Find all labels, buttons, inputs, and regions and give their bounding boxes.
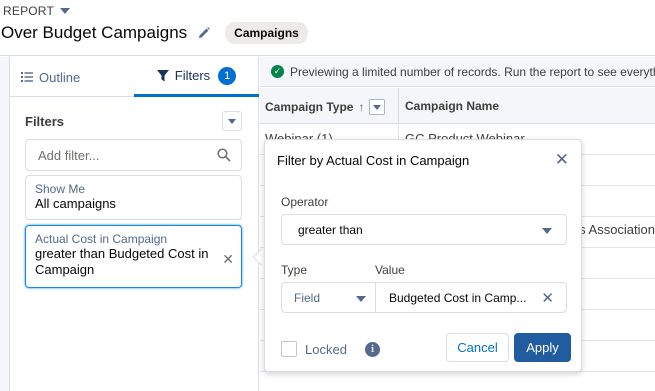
value-label: Value — [375, 263, 405, 277]
tab-filters[interactable]: Filters 1 — [134, 57, 259, 97]
filter-count-badge: 1 — [218, 66, 237, 85]
tab-outline-label: Outline — [39, 69, 81, 85]
success-check-icon: ✓ — [271, 65, 284, 78]
column-header-campaign-type[interactable]: Campaign Type ↑ — [265, 99, 386, 115]
report-type-menu[interactable]: REPORT — [3, 4, 70, 18]
grid-header: Campaign Type ↑ Campaign Name — [260, 88, 655, 124]
apply-button[interactable]: Apply — [514, 333, 571, 362]
pencil-icon[interactable] — [197, 26, 211, 40]
column-header-label: Campaign Type — [265, 100, 354, 114]
operator-label: Operator — [281, 195, 329, 209]
type-value: Field — [294, 290, 321, 305]
search-icon — [217, 148, 231, 162]
filter-popover: Filter by Actual Cost in Campaign ✕ Oper… — [264, 139, 582, 372]
locked-label: Locked — [305, 342, 347, 357]
tab-outline[interactable]: Outline — [21, 57, 80, 97]
panel-tabs: Outline Filters 1 — [10, 57, 259, 97]
value-field-text: Budgeted Cost in Camp... — [389, 290, 527, 305]
close-icon[interactable]: ✕ — [555, 150, 569, 170]
popover-title: Filter by Actual Cost in Campaign — [277, 153, 470, 168]
remove-filter-icon[interactable]: ✕ — [222, 251, 234, 268]
column-header-campaign-name[interactable]: Campaign Name — [405, 99, 499, 113]
chevron-down-icon — [542, 228, 552, 234]
filter-card-value: All campaigns — [35, 196, 116, 211]
chevron-down-icon — [356, 296, 366, 302]
add-filter-placeholder: Add filter... — [38, 147, 100, 163]
type-label: Type — [281, 263, 308, 277]
cell-campaign-name: s Association — [579, 222, 655, 237]
filter-card-actual-cost[interactable]: Actual Cost in Campaign greater than Bud… — [25, 225, 242, 288]
add-filter-input[interactable]: Add filter... — [25, 139, 242, 171]
preview-notice: ✓ Previewing a limited number of records… — [260, 57, 655, 87]
chevron-down-icon — [373, 104, 382, 110]
column-divider[interactable] — [398, 88, 399, 124]
filter-card-show-me[interactable]: Show Me All campaigns — [25, 175, 242, 220]
locked-checkbox[interactable] — [281, 341, 297, 357]
page-title: Over Budget Campaigns — [1, 23, 188, 42]
filter-card-value: greater than Budgeted Cost in Campaign — [35, 246, 209, 277]
preview-notice-text: Previewing a limited number of records. … — [290, 64, 655, 79]
cancel-button[interactable]: Cancel — [446, 333, 509, 362]
type-select[interactable]: Field — [281, 282, 376, 313]
report-label: REPORT — [3, 4, 54, 18]
filters-heading: Filters — [25, 114, 65, 129]
filter-card-label: Actual Cost in Campaign — [35, 232, 168, 246]
operator-value: greater than — [298, 222, 363, 237]
filter-card-label: Show Me — [35, 182, 86, 196]
sort-ascending-icon: ↑ — [358, 100, 365, 114]
filters-menu-button[interactable] — [222, 111, 242, 131]
left-strip — [0, 57, 10, 391]
chevron-down-icon — [60, 8, 70, 14]
chevron-down-icon — [228, 118, 236, 124]
report-header: REPORT Over Budget Campaigns Campaigns — [0, 0, 655, 56]
info-icon[interactable]: i — [365, 342, 380, 357]
clear-value-icon[interactable]: ✕ — [541, 289, 554, 307]
value-field[interactable]: Budgeted Cost in Camp... ✕ — [375, 282, 567, 313]
operator-select[interactable]: greater than — [281, 214, 567, 245]
list-icon — [21, 72, 33, 82]
report-type-badge: Campaigns — [225, 22, 308, 44]
column-menu-button[interactable] — [369, 99, 386, 115]
filters-panel: Outline Filters 1 Filters Add filter... … — [10, 57, 259, 391]
tab-filters-label: Filters — [174, 68, 211, 83]
funnel-icon — [156, 69, 169, 81]
